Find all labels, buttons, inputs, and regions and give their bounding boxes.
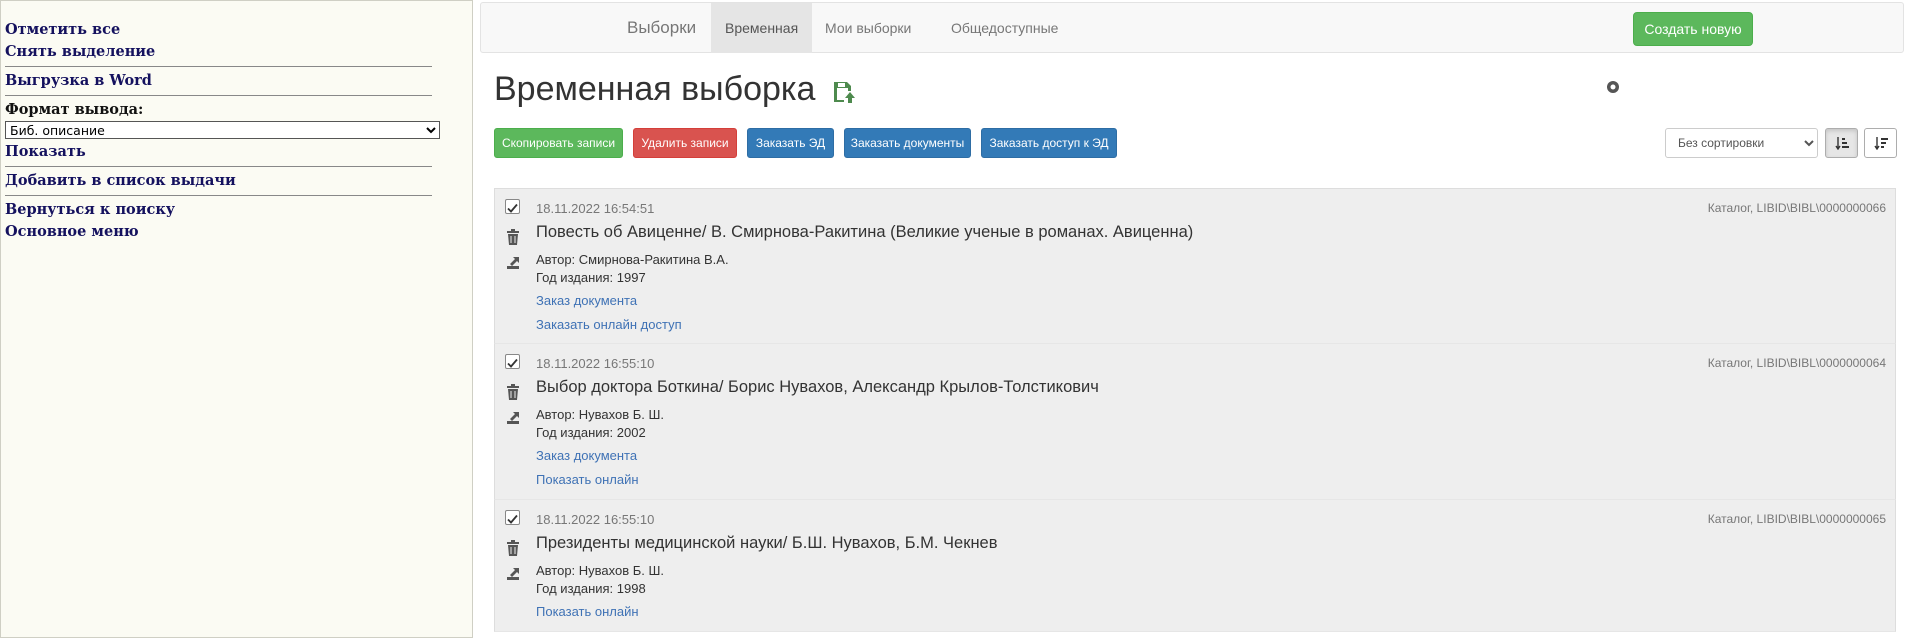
order-online-access-link[interactable]: Заказать онлайн доступ xyxy=(536,317,682,332)
order-icon[interactable] xyxy=(506,567,520,581)
record-item: 18.11.2022 16:54:51 Каталог, LIBID\BIBL\… xyxy=(494,188,1896,344)
records-list: 18.11.2022 16:54:51 Каталог, LIBID\BIBL\… xyxy=(494,188,1896,632)
divider xyxy=(5,195,432,196)
save-upload-icon[interactable] xyxy=(832,80,856,104)
delete-records-button[interactable]: Удалить записи xyxy=(633,128,737,158)
page-title: Временная выборка xyxy=(494,70,816,108)
record-author: Автор: Нувахов Б. Ш. xyxy=(536,407,665,422)
tab-temporary[interactable]: Временная xyxy=(711,3,813,53)
export-word-link[interactable]: Выгрузка в Word xyxy=(1,70,472,92)
add-to-issue-list-link[interactable]: Добавить в список выдачи xyxy=(1,170,472,192)
sort-ascending-button[interactable] xyxy=(1825,128,1858,158)
record-checkbox[interactable] xyxy=(505,510,520,525)
trash-icon[interactable] xyxy=(506,384,520,400)
record-checkbox[interactable] xyxy=(505,199,520,214)
check-icon xyxy=(507,203,518,213)
select-all-link[interactable]: Отметить все xyxy=(1,19,472,41)
record-title[interactable]: Повесть об Авиценне/ В. Смирнова-Ракитин… xyxy=(536,223,1193,242)
record-year: Год издания: 1997 xyxy=(536,270,646,285)
record-author: Автор: Нувахов Б. Ш. xyxy=(536,563,665,578)
divider xyxy=(5,66,432,67)
create-new-button[interactable]: Создать новую xyxy=(1633,12,1753,46)
tab-my-selections[interactable]: Мои выборки xyxy=(811,3,925,53)
show-online-link[interactable]: Показать онлайн xyxy=(536,604,639,619)
record-year: Год издания: 1998 xyxy=(536,581,646,596)
order-ed-access-button[interactable]: Заказать доступ к ЭД xyxy=(981,128,1117,158)
record-title[interactable]: Президенты медицинской науки/ Б.Ш. Нувах… xyxy=(536,534,998,553)
record-source: Каталог, LIBID\BIBL\0000000065 xyxy=(1707,512,1886,526)
record-date: 18.11.2022 16:54:51 xyxy=(536,201,655,216)
trash-icon[interactable] xyxy=(506,540,520,556)
divider xyxy=(5,166,432,167)
sort-descending-icon xyxy=(1873,137,1888,150)
divider xyxy=(5,95,432,96)
format-select[interactable]: Биб. описание xyxy=(5,121,440,139)
record-year: Год издания: 2002 xyxy=(536,425,646,440)
copy-records-button[interactable]: Скопировать записи xyxy=(494,128,623,158)
record-item: 18.11.2022 16:55:10 Каталог, LIBID\BIBL\… xyxy=(494,344,1896,500)
format-label: Формат вывода: xyxy=(5,101,144,118)
check-icon xyxy=(507,358,518,368)
main-menu-link[interactable]: Основное меню xyxy=(1,221,472,243)
order-icon[interactable] xyxy=(506,256,520,270)
record-source: Каталог, LIBID\BIBL\0000000064 xyxy=(1707,356,1886,370)
sort-select[interactable]: Без сортировки xyxy=(1665,128,1818,158)
record-source: Каталог, LIBID\BIBL\0000000066 xyxy=(1707,201,1886,215)
sort-ascending-icon xyxy=(1834,137,1849,150)
record-date: 18.11.2022 16:55:10 xyxy=(536,356,655,371)
main-area: Выборки Временная Мои выборки Общедоступ… xyxy=(480,0,1905,638)
order-documents-button[interactable]: Заказать документы xyxy=(844,128,971,158)
order-ed-button[interactable]: Заказать ЭД xyxy=(747,128,834,158)
check-icon xyxy=(507,514,518,524)
gear-icon[interactable] xyxy=(1606,80,1620,94)
record-item: 18.11.2022 16:55:10 Каталог, LIBID\BIBL\… xyxy=(494,500,1896,632)
navbar-brand[interactable]: Выборки xyxy=(627,3,696,53)
record-date: 18.11.2022 16:55:10 xyxy=(536,512,655,527)
order-icon[interactable] xyxy=(506,411,520,425)
tab-public[interactable]: Общедоступные xyxy=(937,3,1072,53)
show-link[interactable]: Показать xyxy=(1,141,472,163)
left-panel: Отметить все Снять выделение Выгрузка в … xyxy=(0,0,473,638)
sort-descending-button[interactable] xyxy=(1864,128,1897,158)
top-navbar: Выборки Временная Мои выборки Общедоступ… xyxy=(480,2,1904,53)
record-checkbox[interactable] xyxy=(505,354,520,369)
show-online-link[interactable]: Показать онлайн xyxy=(536,472,639,487)
back-to-search-link[interactable]: Вернуться к поиску xyxy=(1,199,472,221)
record-title[interactable]: Выбор доктора Боткина/ Борис Нувахов, Ал… xyxy=(536,378,1099,397)
deselect-link[interactable]: Снять выделение xyxy=(1,41,472,63)
trash-icon[interactable] xyxy=(506,229,520,245)
order-document-link[interactable]: Заказ документа xyxy=(536,293,637,308)
record-author: Автор: Смирнова-Ракитина В.А. xyxy=(536,252,729,267)
order-document-link[interactable]: Заказ документа xyxy=(536,448,637,463)
